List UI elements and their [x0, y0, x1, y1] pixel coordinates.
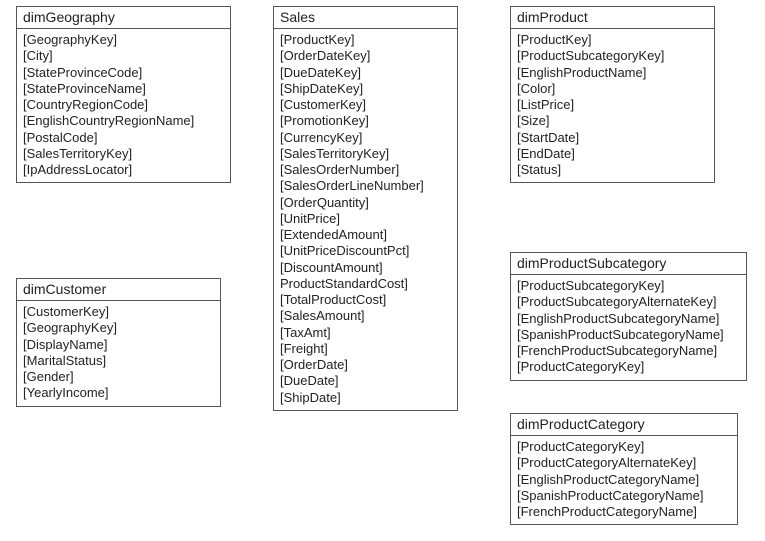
table-field: [City]	[23, 48, 224, 64]
table-field: [IpAddressLocator]	[23, 162, 224, 178]
table-sales[interactable]: Sales [ProductKey] [OrderDateKey] [DueDa…	[273, 6, 458, 411]
table-field: [SalesOrderLineNumber]	[280, 178, 451, 194]
table-dimproductsubcategory[interactable]: dimProductSubcategory [ProductSubcategor…	[510, 252, 747, 381]
table-title: dimProductCategory	[511, 414, 737, 436]
table-field: [DueDate]	[280, 373, 451, 389]
table-field: [CountryRegionCode]	[23, 97, 224, 113]
table-dimproductcategory[interactable]: dimProductCategory [ProductCategoryKey] …	[510, 413, 738, 525]
table-fields: [ProductSubcategoryKey] [ProductSubcateg…	[511, 275, 746, 380]
table-field: [TotalProductCost]	[280, 292, 451, 308]
table-field: [EndDate]	[517, 146, 708, 162]
table-field: [ProductSubcategoryAlternateKey]	[517, 294, 740, 310]
table-field: [OrderDateKey]	[280, 48, 451, 64]
table-field: [SalesTerritoryKey]	[280, 146, 451, 162]
table-field: [CustomerKey]	[23, 304, 214, 320]
table-field: [ProductCategoryKey]	[517, 439, 731, 455]
table-field: [Size]	[517, 113, 708, 129]
table-field: [EnglishProductCategoryName]	[517, 472, 731, 488]
table-fields: [ProductKey] [OrderDateKey] [DueDateKey]…	[274, 29, 457, 410]
table-field: ProductStandardCost]	[280, 276, 451, 292]
table-field: [TaxAmt]	[280, 325, 451, 341]
table-field: [FrenchProductCategoryName]	[517, 504, 731, 520]
table-field: [OrderQuantity]	[280, 195, 451, 211]
table-title: Sales	[274, 7, 457, 29]
table-field: [DiscountAmount]	[280, 260, 451, 276]
table-field: [DueDateKey]	[280, 65, 451, 81]
table-field: [ProductSubcategoryKey]	[517, 48, 708, 64]
table-field: [ProductSubcategoryKey]	[517, 278, 740, 294]
table-field: [ListPrice]	[517, 97, 708, 113]
table-field: [ProductKey]	[517, 32, 708, 48]
table-field: [Freight]	[280, 341, 451, 357]
table-title: dimProductSubcategory	[511, 253, 746, 275]
table-field: [SalesTerritoryKey]	[23, 146, 224, 162]
table-fields: [ProductKey] [ProductSubcategoryKey] [En…	[511, 29, 714, 182]
table-fields: [GeographyKey] [City] [StateProvinceCode…	[17, 29, 230, 182]
table-title: dimProduct	[511, 7, 714, 29]
table-field: [StateProvinceName]	[23, 81, 224, 97]
table-field: [SpanishProductCategoryName]	[517, 488, 731, 504]
table-field: [Gender]	[23, 369, 214, 385]
table-field: [EnglishProductSubcategoryName]	[517, 311, 740, 327]
table-dimgeography[interactable]: dimGeography [GeographyKey] [City] [Stat…	[16, 6, 231, 183]
table-field: [ShipDateKey]	[280, 81, 451, 97]
table-field: [UnitPrice]	[280, 211, 451, 227]
table-field: [ProductCategoryAlternateKey]	[517, 455, 731, 471]
table-dimproduct[interactable]: dimProduct [ProductKey] [ProductSubcateg…	[510, 6, 715, 183]
table-title: dimCustomer	[17, 279, 220, 301]
table-field: [PostalCode]	[23, 130, 224, 146]
table-title: dimGeography	[17, 7, 230, 29]
table-field: [SalesOrderNumber]	[280, 162, 451, 178]
table-field: [EnglishProductName]	[517, 65, 708, 81]
table-field: [StateProvinceCode]	[23, 65, 224, 81]
table-field: [Status]	[517, 162, 708, 178]
table-fields: [CustomerKey] [GeographyKey] [DisplayNam…	[17, 301, 220, 406]
table-field: [OrderDate]	[280, 357, 451, 373]
table-field: [FrenchProductSubcategoryName]	[517, 343, 740, 359]
table-field: [Color]	[517, 81, 708, 97]
table-field: [ProductCategoryKey]	[517, 359, 740, 375]
table-field: [MaritalStatus]	[23, 353, 214, 369]
table-fields: [ProductCategoryKey] [ProductCategoryAlt…	[511, 436, 737, 524]
table-dimcustomer[interactable]: dimCustomer [CustomerKey] [GeographyKey]…	[16, 278, 221, 407]
table-field: [EnglishCountryRegionName]	[23, 113, 224, 129]
table-field: [GeographyKey]	[23, 32, 224, 48]
table-field: [GeographyKey]	[23, 320, 214, 336]
table-field: [UnitPriceDiscountPct]	[280, 243, 451, 259]
table-field: [SalesAmount]	[280, 308, 451, 324]
table-field: [YearlyIncome]	[23, 385, 214, 401]
table-field: [DisplayName]	[23, 337, 214, 353]
table-field: [ExtendedAmount]	[280, 227, 451, 243]
table-field: [CurrencyKey]	[280, 130, 451, 146]
table-field: [CustomerKey]	[280, 97, 451, 113]
table-field: [SpanishProductSubcategoryName]	[517, 327, 740, 343]
table-field: [ProductKey]	[280, 32, 451, 48]
table-field: [PromotionKey]	[280, 113, 451, 129]
table-field: [ShipDate]	[280, 390, 451, 406]
table-field: [StartDate]	[517, 130, 708, 146]
